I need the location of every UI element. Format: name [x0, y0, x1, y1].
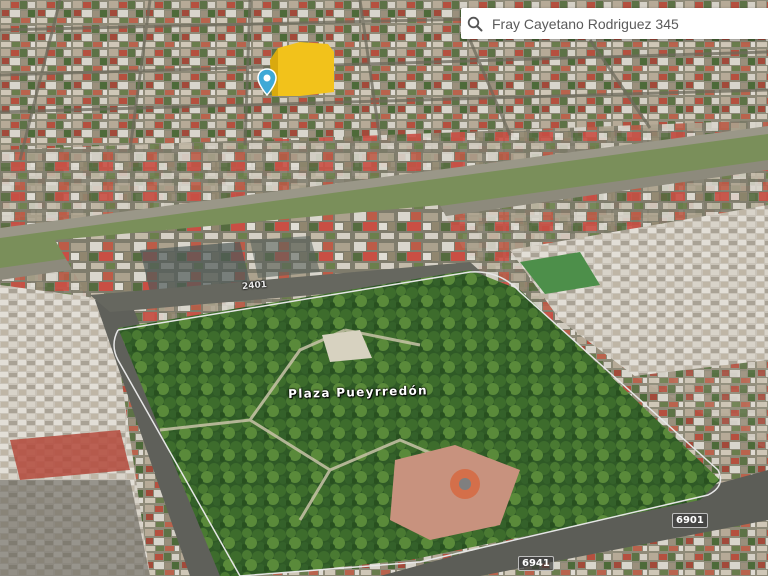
search-bar[interactable] [461, 8, 768, 39]
search-input[interactable] [492, 15, 768, 32]
address-number-label: 6901 [672, 513, 708, 528]
location-pin-icon[interactable] [257, 68, 277, 96]
selected-building[interactable] [270, 42, 334, 96]
satellite-map[interactable] [0, 0, 768, 576]
address-number-label: 6941 [518, 556, 554, 571]
search-icon[interactable] [467, 15, 485, 33]
left-dark-roofs [0, 480, 150, 576]
plaza-monument [459, 478, 471, 490]
block-lots-2 [250, 236, 320, 278]
